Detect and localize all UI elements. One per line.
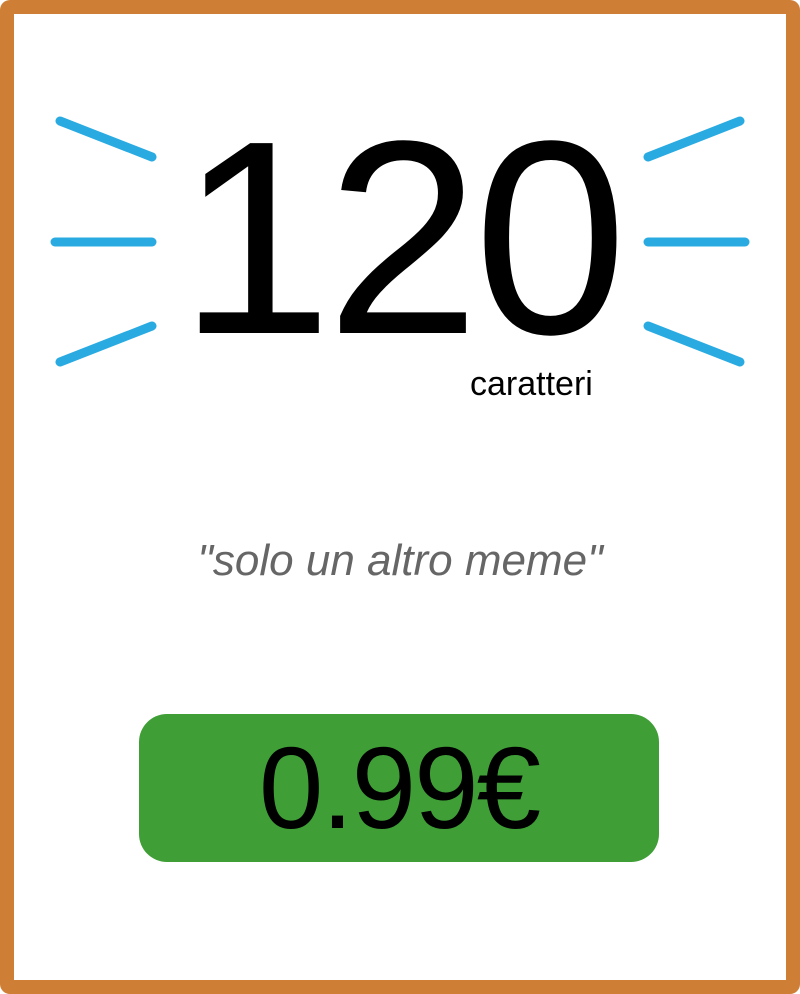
price-label: 0.99€ xyxy=(258,723,541,853)
character-count: 120 xyxy=(178,84,628,392)
character-count-unit: caratteri xyxy=(470,365,593,403)
tagline-quote: "solo un altro meme" xyxy=(197,536,603,585)
price-button[interactable]: 0.99€ xyxy=(139,714,659,862)
